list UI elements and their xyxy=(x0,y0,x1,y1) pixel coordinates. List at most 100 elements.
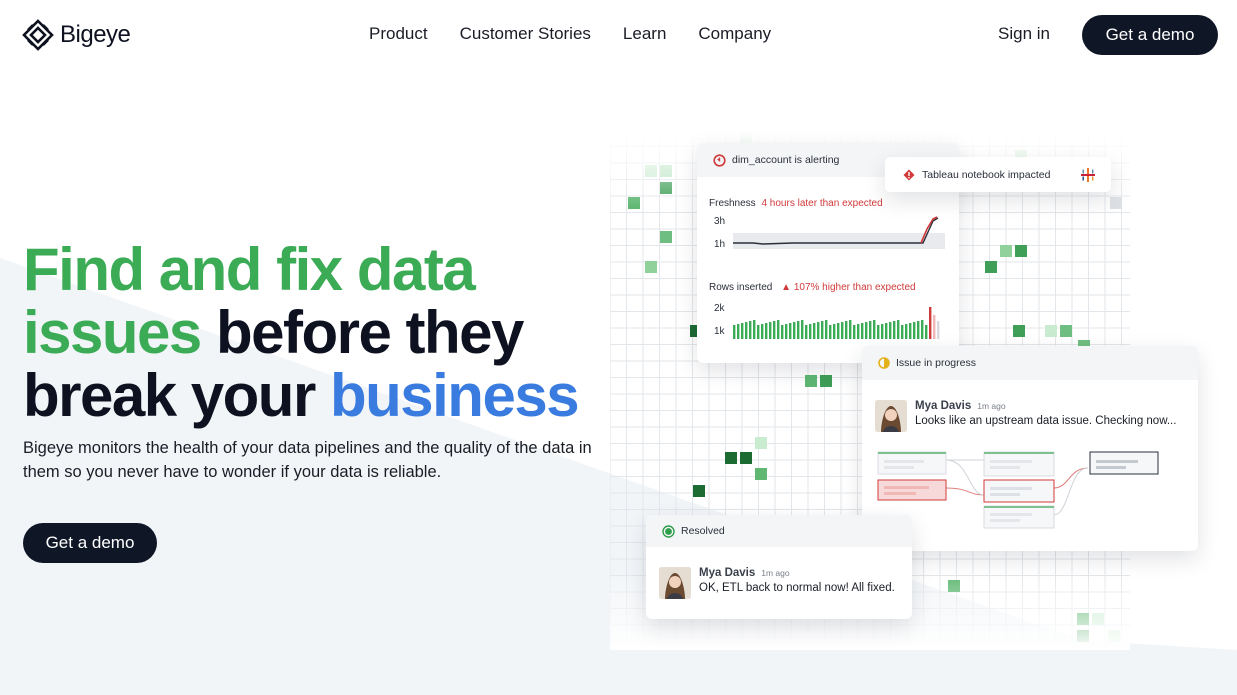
rows-bar xyxy=(909,323,912,339)
issue-in-progress-card: Issue in progress Mya Davis 1m ago Looks … xyxy=(862,346,1198,551)
nav-link-customer-stories[interactable]: Customer Stories xyxy=(460,24,591,44)
rows-bar xyxy=(873,320,876,339)
rows-bar xyxy=(881,324,884,339)
rows-bar xyxy=(845,321,848,339)
rows-bar xyxy=(849,320,852,339)
rows-bar xyxy=(745,322,748,339)
rows-bar xyxy=(861,323,864,339)
rows-tick-1k: 1k xyxy=(714,326,725,337)
resolved-time: 1m ago xyxy=(761,568,790,578)
tableau-icon xyxy=(1081,168,1095,182)
rows-bar xyxy=(917,321,920,339)
brand-logo[interactable]: Bigeye xyxy=(22,19,131,51)
headline-business: business xyxy=(329,362,580,429)
warning-diamond-icon xyxy=(903,169,915,180)
rows-bar xyxy=(737,324,740,339)
rows-bar xyxy=(777,320,780,339)
rows-bar xyxy=(897,320,900,339)
alert-clock-icon xyxy=(713,153,726,167)
rows-bar xyxy=(765,323,768,339)
headline-break-your: break your xyxy=(23,362,330,429)
resolved-message: Mya Davis 1m ago OK, ETL back to normal n… xyxy=(659,567,895,599)
rows-tick-2k: 2k xyxy=(714,303,725,314)
freshness-chart xyxy=(733,216,945,249)
rows-bar xyxy=(893,321,896,339)
rows-bar xyxy=(821,321,824,339)
nav-links: Product Customer Stories Learn Company xyxy=(369,24,771,44)
rows-bar xyxy=(789,323,792,339)
headline-issues: issues xyxy=(23,299,202,366)
rows-bar xyxy=(785,324,788,339)
rows-bar xyxy=(877,325,880,339)
rows-note-text: 107% higher than expected xyxy=(793,282,916,293)
resolved-status: Resolved xyxy=(681,525,725,537)
avatar-icon xyxy=(659,567,691,599)
rows-inserted-chart xyxy=(733,307,940,339)
resolved-card-header: Resolved xyxy=(646,515,912,547)
hero-headline: Find and fix data issues before they bre… xyxy=(23,238,623,427)
rows-bar xyxy=(857,324,860,339)
rows-bar xyxy=(769,322,772,339)
rows-inserted-label: Rows inserted xyxy=(709,282,773,293)
rows-bar xyxy=(825,320,828,339)
brand-name: Bigeye xyxy=(60,21,131,48)
hero-get-demo-button[interactable]: Get a demo xyxy=(23,523,157,563)
rows-bar xyxy=(781,325,784,339)
resolved-card: Resolved Mya Davis 1m ago OK, ETL back to… xyxy=(646,515,912,619)
rows-bar xyxy=(809,324,812,339)
rows-bar xyxy=(801,320,804,339)
rows-bar xyxy=(817,322,820,339)
rows-bar xyxy=(933,315,936,339)
freshness-tick-3h: 3h xyxy=(714,216,726,227)
nav-link-product[interactable]: Product xyxy=(369,24,428,44)
lineage-diagram xyxy=(877,451,1159,529)
in-progress-icon xyxy=(878,357,890,369)
alert-card-title: dim_account is alerting xyxy=(732,154,840,166)
rows-bar xyxy=(929,307,932,339)
rows-bar xyxy=(797,321,800,339)
top-navigation: Bigeye Product Customer Stories Learn Co… xyxy=(0,0,1237,70)
resolved-check-icon xyxy=(662,524,675,538)
sign-in-link[interactable]: Sign in xyxy=(998,24,1050,44)
avatar-icon xyxy=(875,400,907,432)
rows-bar xyxy=(829,325,832,339)
issue-time: 1m ago xyxy=(977,401,1006,411)
rows-bar xyxy=(869,321,872,339)
tableau-impact-card: Tableau notebook impacted xyxy=(885,157,1111,192)
rows-bar xyxy=(853,325,856,339)
rows-bar xyxy=(901,325,904,339)
rows-bar xyxy=(805,325,808,339)
rows-bar xyxy=(753,320,756,339)
rows-bar xyxy=(837,323,840,339)
tableau-impact-text: Tableau notebook impacted xyxy=(922,168,1051,181)
rows-bar xyxy=(913,322,916,339)
rows-bar xyxy=(841,322,844,339)
rows-bar xyxy=(741,323,744,339)
rows-bar xyxy=(925,325,928,339)
rows-inserted-note: ▲ 107% higher than expected xyxy=(781,282,916,293)
bigeye-logo-icon xyxy=(22,19,54,51)
rows-bar xyxy=(885,323,888,339)
issue-message: Mya Davis 1m ago Looks like an upstream d… xyxy=(875,400,1176,432)
freshness-note: 4 hours later than expected xyxy=(761,198,883,209)
rows-bar xyxy=(905,324,908,339)
resolved-message-text: OK, ETL back to normal now! All fixed. xyxy=(699,582,895,594)
issue-status: Issue in progress xyxy=(896,357,976,369)
rows-bar xyxy=(921,320,924,339)
freshness-tick-1h: 1h xyxy=(714,239,726,250)
resolved-author: Mya Davis xyxy=(699,567,756,579)
nav-link-learn[interactable]: Learn xyxy=(623,24,666,44)
issue-message-text: Looks like an upstream data issue. Check… xyxy=(915,415,1177,427)
headline-line-1: Find and fix data xyxy=(23,236,476,303)
nav-link-company[interactable]: Company xyxy=(698,24,771,44)
issue-author: Mya Davis xyxy=(915,400,972,412)
hero-headline-block: Find and fix data issues before they bre… xyxy=(23,238,623,427)
issue-card-header: Issue in progress xyxy=(862,346,1198,380)
rows-bar xyxy=(793,322,796,339)
rows-bar xyxy=(733,325,736,339)
rows-bar xyxy=(773,321,776,339)
rows-bar xyxy=(813,323,816,339)
rows-bar xyxy=(761,324,764,339)
nav-get-demo-button[interactable]: Get a demo xyxy=(1082,15,1218,55)
rows-bar xyxy=(865,322,868,339)
